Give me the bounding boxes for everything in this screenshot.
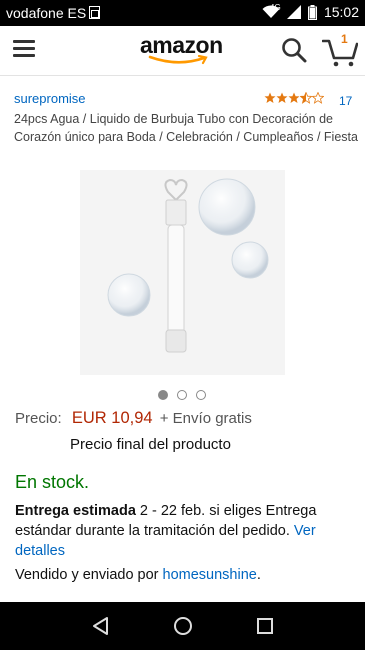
cart-count-badge: 1 [341,32,348,46]
brand-rating-row: surepromise 17 [14,91,354,109]
battery-icon [307,4,317,20]
status-bar: vodafone ES 4G 15:02 [0,0,365,26]
cart-button[interactable]: 1 [321,32,359,68]
sold-by-suffix: . [256,567,261,583]
recent-apps-icon[interactable] [254,615,276,637]
carousel-dot[interactable] [158,390,168,400]
carousel-dot[interactable] [177,390,187,400]
sold-by-prefix: Vendido y enviado por [15,567,163,583]
star-full-icon [264,92,276,103]
product-image[interactable] [80,170,285,375]
back-icon[interactable] [90,615,112,637]
app-header: amazon 1 [0,26,365,76]
price-value: EUR 10,94 [71,409,153,427]
star-rating[interactable] [264,92,324,104]
stock-status: En stock. [15,472,90,492]
logo-smile-icon [148,55,208,65]
amazon-logo[interactable]: amazon [140,32,230,66]
star-half-icon [300,92,312,104]
seller-link[interactable]: homesunshine [163,567,257,583]
hamburger-menu-icon[interactable] [13,40,35,58]
carousel-dot[interactable] [196,390,206,400]
sim-card-icon [89,6,100,19]
bubble-tube-image [80,170,285,375]
star-full-icon [288,92,300,103]
sold-by: Vendido y enviado por homesunshine. [15,567,261,583]
price-label: Precio: [15,410,62,427]
search-icon[interactable] [281,37,307,63]
signal-icon [286,5,301,19]
delivery-info: Entrega estimada 2 - 22 feb. si eliges E… [15,501,355,561]
final-price-note: Precio final del producto [70,436,231,453]
price-row: Precio: EUR 10,94 + Envío gratis [15,409,252,428]
cart-icon [321,39,359,67]
carrier-label: vodafone ES [6,5,87,21]
home-icon[interactable] [172,615,194,637]
android-nav-bar [0,602,365,650]
wifi-icon [262,5,280,19]
review-count-link[interactable]: 17 [339,94,352,108]
brand-link[interactable]: surepromise [14,91,86,106]
star-empty-icon [312,92,324,104]
product-title: 24pcs Agua / Liquido de Burbuja Tubo con… [14,112,358,144]
clock: 15:02 [323,4,359,20]
image-carousel-dots [158,390,206,400]
delivery-label: Entrega estimada [15,503,136,519]
shipping-label: + Envío gratis [159,410,252,427]
star-full-icon [276,92,288,103]
